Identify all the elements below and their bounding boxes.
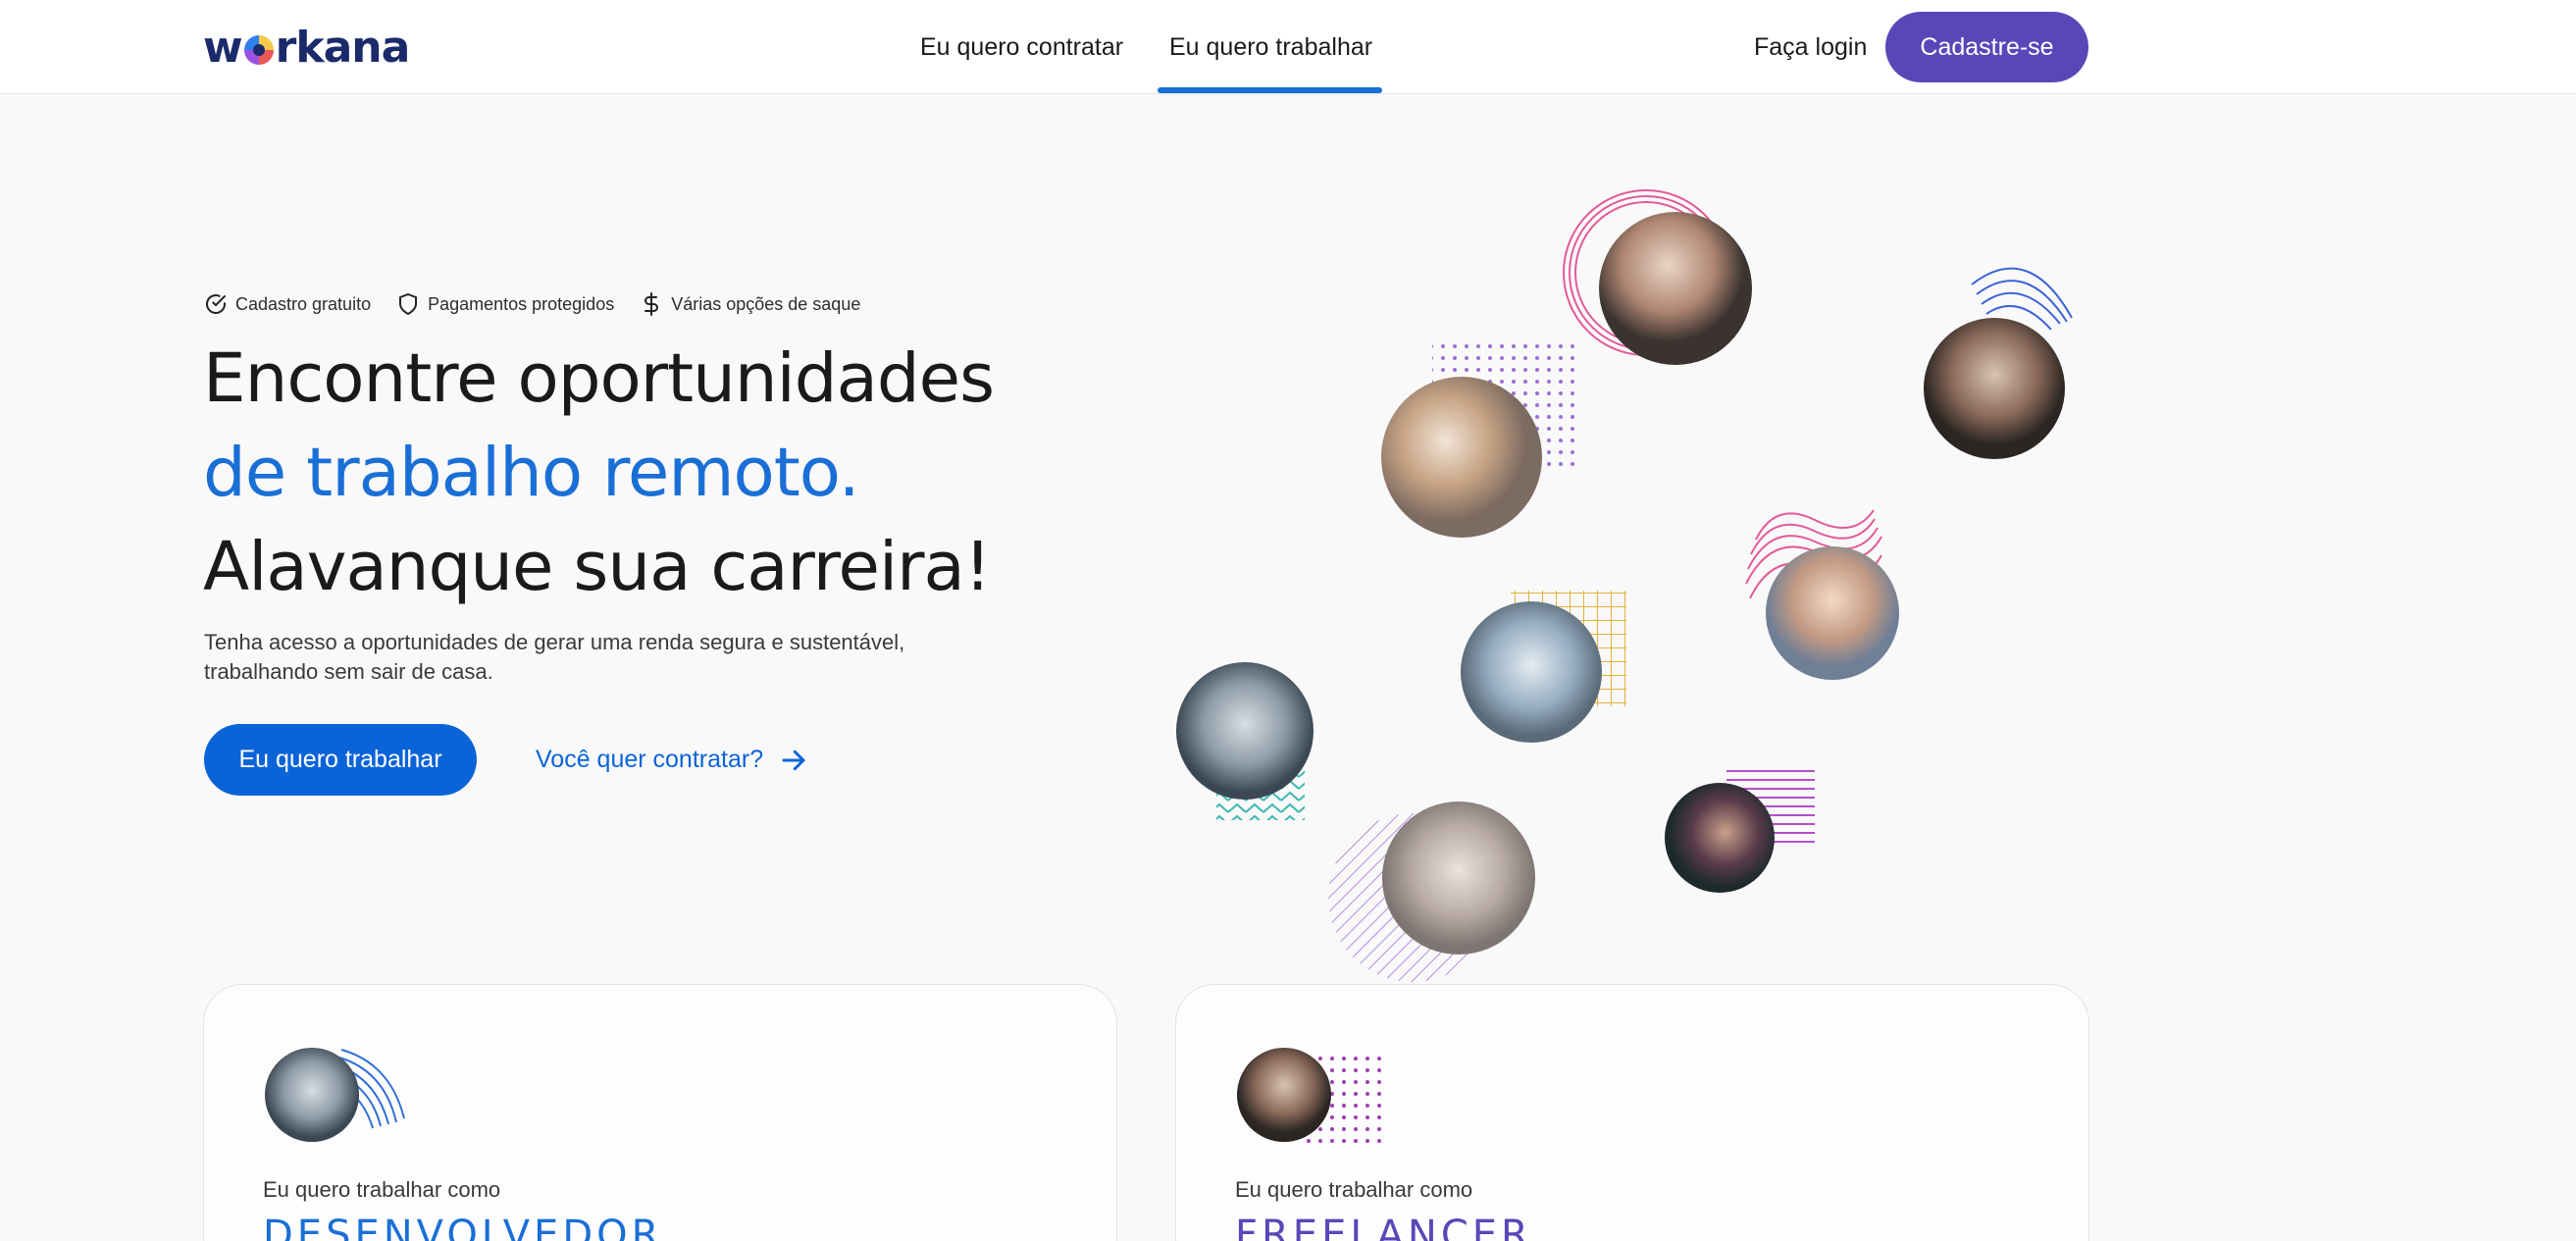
shield-icon [399,293,418,315]
badge-withdraw-options: Várias opções de saque [640,292,860,316]
badge-label: Várias opções de saque [671,293,861,314]
card-role: FREELANCER [1235,1213,1532,1241]
freelancer-photo [1237,1048,1382,1144]
dollar-icon [644,292,659,316]
feature-badges: Cadastro gratuito Pagamentos protegidos … [204,292,860,316]
logo-o-icon [243,35,274,65]
signup-button[interactable]: Cadastre-se [1885,12,2088,82]
card-role: DESENVOLVEDOR [263,1213,663,1241]
hire-cta-link[interactable]: Você quer contratar? [536,724,808,796]
badge-label: Cadastro gratuito [235,293,372,314]
photo-man-desk [1176,662,1314,800]
photo-man-laptop [1924,318,2065,459]
freelancer-photo-cluster [1176,189,2073,982]
workana-logo[interactable]: w rkana [203,22,411,73]
logo-text-right: rkana [275,22,411,73]
photo-woman-writing [1461,601,1602,743]
hero-heading: Encontre oportunidades de trabalho remot… [203,332,1184,614]
hero-heading-line3: Alavanque sua carreira! [203,528,991,606]
card-kicker: Eu quero trabalhar como [1235,1177,1473,1202]
work-cta-button[interactable]: Eu quero trabalhar [204,724,477,796]
freelancer-card[interactable]: Eu quero trabalhar como FREELANCER [1175,984,2089,1241]
arrow-right-icon [782,750,805,770]
hire-cta-label: Você quer contratar? [536,746,764,773]
login-link[interactable]: Faça login [1754,0,1867,94]
badge-free-signup: Cadastro gratuito [204,292,371,316]
top-navbar: w rkana Eu quero contratar Eu quero traba… [0,0,2576,94]
photo-woman-thinking [1381,377,1542,538]
developer-photo [265,1048,405,1142]
logo-text-left: w [203,22,243,73]
badge-protected-payments: Pagamentos protegidos [396,292,614,316]
photo-woman-podcast [1599,212,1752,365]
developer-card[interactable]: Eu quero trabalhar como DESENVOLVEDOR [203,984,1117,1241]
hero-heading-line2: de trabalho remoto. [203,434,860,512]
badge-label: Pagamentos protegidos [428,293,615,314]
check-circle-icon [206,294,226,314]
tab-work[interactable]: Eu quero trabalhar [1169,0,1372,94]
tab-hire[interactable]: Eu quero contratar [920,0,1123,94]
card-kicker: Eu quero trabalhar como [263,1177,501,1202]
photo-man-smiling [1766,546,1899,680]
active-tab-indicator [1158,87,1382,93]
photo-woman-floor [1382,801,1535,955]
photo-woman-monitor [1665,783,1775,893]
hero-heading-line1: Encontre oportunidades [203,339,995,418]
hero-description: Tenha acesso a oportunidades de gerar um… [204,630,905,684]
